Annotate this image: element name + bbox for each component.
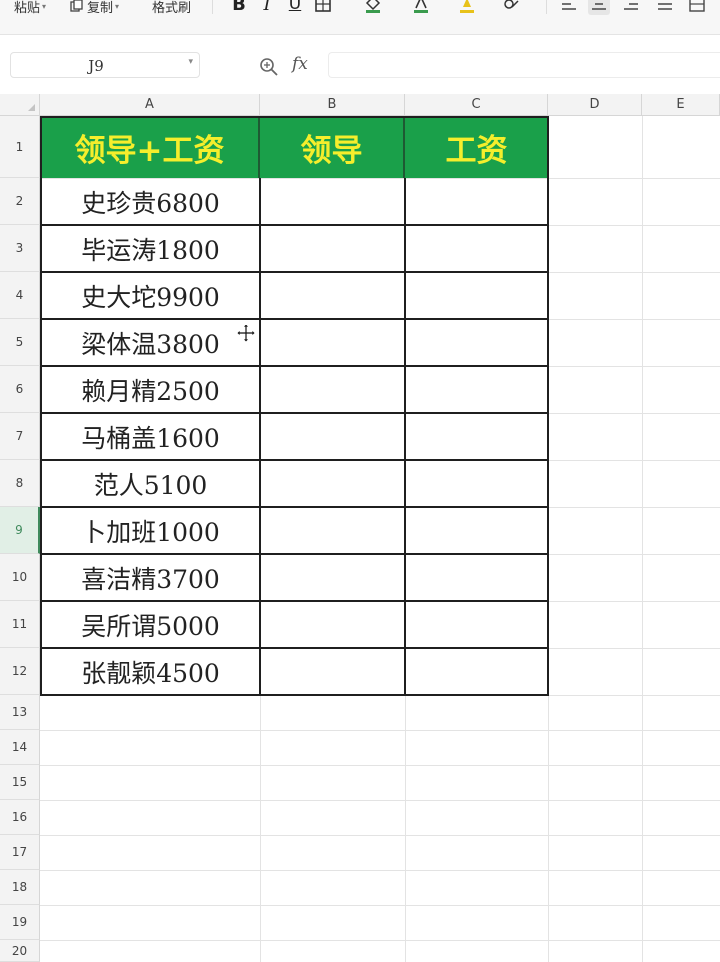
paste-button[interactable]: 粘贴 ▾ bbox=[14, 0, 46, 18]
formula-bar: J9 ▾ fx bbox=[0, 44, 720, 86]
toolbar-divider bbox=[212, 0, 213, 14]
row-header-13[interactable]: 13 bbox=[0, 695, 40, 730]
align-center-icon[interactable] bbox=[588, 0, 610, 15]
row-header-12[interactable]: 12 bbox=[0, 648, 40, 695]
name-box[interactable]: J9 ▾ bbox=[10, 52, 200, 78]
cell-a11[interactable]: 吴所谓5000 bbox=[41, 601, 260, 648]
justify-icon[interactable] bbox=[654, 0, 676, 15]
row-header-16[interactable]: 16 bbox=[0, 800, 40, 835]
row-header-20[interactable]: 20 bbox=[0, 940, 40, 962]
copy-icon bbox=[70, 0, 83, 12]
table-border bbox=[40, 365, 549, 367]
column-header-d[interactable]: D bbox=[548, 94, 642, 116]
spreadsheet-grid: A B C D E 1 2 3 4 5 6 7 8 9 10 11 12 13 … bbox=[0, 94, 720, 962]
select-all-corner[interactable] bbox=[0, 94, 40, 116]
cell-a7[interactable]: 马桶盖1600 bbox=[41, 413, 260, 460]
row-header-8[interactable]: 8 bbox=[0, 460, 40, 507]
fill-color-icon[interactable] bbox=[362, 0, 384, 15]
format-painter-button[interactable]: 格式刷 bbox=[152, 0, 191, 18]
row-header-15[interactable]: 15 bbox=[0, 765, 40, 800]
column-header-c[interactable]: C bbox=[405, 94, 548, 116]
cell-a5[interactable]: 梁体温3800 bbox=[41, 319, 260, 366]
row-header-10[interactable]: 10 bbox=[0, 554, 40, 601]
gridline bbox=[40, 905, 720, 906]
copy-button[interactable]: 复制 ▾ bbox=[70, 0, 119, 18]
cell-reference: J9 bbox=[88, 57, 104, 75]
align-left-icon[interactable] bbox=[558, 0, 580, 15]
italic-icon[interactable]: I bbox=[256, 0, 278, 15]
column-header-a[interactable]: A bbox=[40, 94, 260, 116]
paste-label: 粘贴 bbox=[14, 0, 41, 16]
bold-icon[interactable]: B bbox=[228, 0, 250, 15]
table-border bbox=[40, 506, 549, 508]
table-border bbox=[40, 553, 549, 555]
toolbar-divider bbox=[546, 0, 547, 14]
header-cell-leader[interactable]: 领导 bbox=[260, 117, 405, 178]
cell-a6[interactable]: 赖月精2500 bbox=[41, 366, 260, 413]
fx-icon[interactable]: fx bbox=[292, 54, 308, 74]
border-icon[interactable] bbox=[312, 0, 334, 15]
row-header-5[interactable]: 5 bbox=[0, 319, 40, 366]
chevron-down-icon: ▾ bbox=[115, 1, 120, 11]
row-header-18[interactable]: 18 bbox=[0, 870, 40, 905]
header-cell-leader-salary[interactable]: 领导+工资 bbox=[41, 117, 260, 178]
highlight-icon[interactable] bbox=[456, 0, 478, 15]
table-border bbox=[40, 271, 549, 273]
zoom-icon[interactable] bbox=[258, 56, 280, 78]
row-header-7[interactable]: 7 bbox=[0, 413, 40, 460]
copy-label: 复制 bbox=[87, 0, 114, 16]
cell-a10[interactable]: 喜洁精3700 bbox=[41, 554, 260, 601]
gridline bbox=[40, 835, 720, 836]
toolbar: 粘贴 ▾ 复制 ▾ 格式刷 B I U bbox=[0, 0, 720, 35]
wrap-icon[interactable] bbox=[686, 0, 708, 15]
gridline bbox=[40, 695, 720, 696]
table-border bbox=[40, 600, 549, 602]
row-header-9[interactable]: 9 bbox=[0, 507, 40, 554]
column-header-e[interactable]: E bbox=[642, 94, 720, 116]
table-border bbox=[40, 459, 549, 461]
row-header-3[interactable]: 3 bbox=[0, 225, 40, 272]
font-color-icon[interactable] bbox=[410, 0, 432, 15]
table-border bbox=[40, 412, 549, 414]
row-header-2[interactable]: 2 bbox=[0, 178, 40, 225]
row-header-14[interactable]: 14 bbox=[0, 730, 40, 765]
gridline bbox=[40, 765, 720, 766]
cell-a4[interactable]: 史大坨9900 bbox=[41, 272, 260, 319]
header-cell-salary[interactable]: 工资 bbox=[405, 117, 548, 178]
clear-format-icon[interactable] bbox=[500, 0, 522, 15]
row-header-4[interactable]: 4 bbox=[0, 272, 40, 319]
align-right-icon[interactable] bbox=[620, 0, 642, 15]
cell-a8[interactable]: 范人5100 bbox=[41, 460, 260, 507]
gridline bbox=[40, 730, 720, 731]
table-border bbox=[40, 318, 549, 320]
gridline bbox=[40, 870, 720, 871]
row-header-1[interactable]: 1 bbox=[0, 116, 40, 178]
gridline bbox=[40, 940, 720, 941]
table-border bbox=[404, 178, 406, 696]
cell-a3[interactable]: 毕运涛1800 bbox=[41, 225, 260, 272]
format-painter-label: 格式刷 bbox=[152, 0, 192, 16]
table-border bbox=[40, 647, 549, 649]
move-cursor-icon bbox=[236, 323, 256, 343]
chevron-down-icon: ▾ bbox=[42, 1, 47, 11]
row-header-6[interactable]: 6 bbox=[0, 366, 40, 413]
row-header-19[interactable]: 19 bbox=[0, 905, 40, 940]
table-border bbox=[259, 178, 261, 696]
cell-a12[interactable]: 张靓颖4500 bbox=[41, 648, 260, 695]
table-border bbox=[40, 224, 549, 226]
chevron-down-icon[interactable]: ▾ bbox=[188, 57, 193, 67]
column-header-b[interactable]: B bbox=[260, 94, 405, 116]
formula-input[interactable] bbox=[328, 52, 720, 78]
row-header-11[interactable]: 11 bbox=[0, 601, 40, 648]
row-header-17[interactable]: 17 bbox=[0, 835, 40, 870]
gridline bbox=[40, 800, 720, 801]
cell-a9[interactable]: 卜加班1000 bbox=[41, 507, 260, 554]
underline-icon[interactable]: U bbox=[284, 0, 306, 15]
cell-a2[interactable]: 史珍贵6800 bbox=[41, 178, 260, 225]
